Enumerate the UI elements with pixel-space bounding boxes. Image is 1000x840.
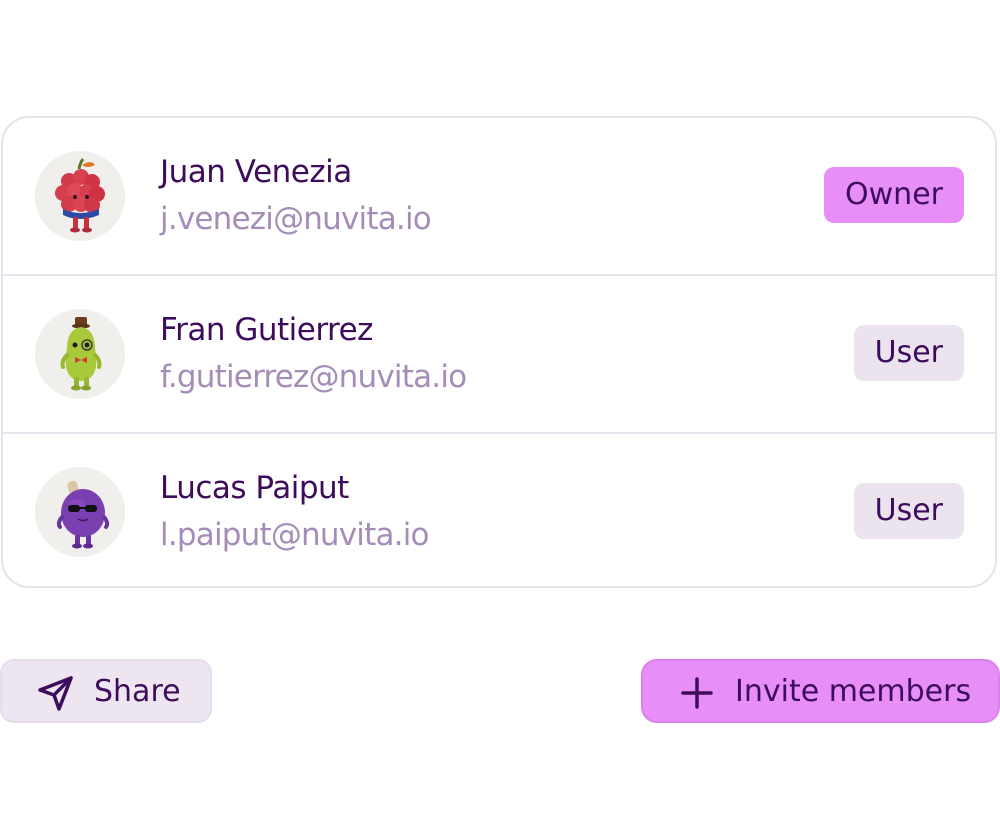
- share-button[interactable]: Share: [0, 659, 212, 723]
- invite-members-label: Invite members: [735, 674, 972, 709]
- role-badge-owner[interactable]: Owner: [824, 167, 964, 223]
- member-email: j.venezi@nuvita.io: [160, 201, 432, 237]
- member-name: Fran Gutierrez: [160, 312, 373, 348]
- member-name: Lucas Paiput: [160, 470, 349, 506]
- plus-icon: [681, 677, 713, 709]
- paper-plane-icon: [36, 673, 76, 713]
- pear-avatar: [35, 309, 125, 399]
- member-name: Juan Venezia: [160, 154, 352, 190]
- member-email: l.paiput@nuvita.io: [160, 517, 429, 553]
- member-row[interactable]: Juan Venezia j.venezi@nuvita.io Owner: [3, 118, 995, 274]
- invite-members-button[interactable]: Invite members: [641, 659, 1000, 723]
- role-badge-user[interactable]: User: [853, 325, 964, 381]
- member-email: f.gutierrez@nuvita.io: [160, 359, 467, 395]
- role-badge-user[interactable]: User: [853, 483, 964, 539]
- members-list: Juan Venezia j.venezi@nuvita.io Owner Fr…: [1, 116, 997, 588]
- share-label: Share: [94, 674, 181, 709]
- member-row[interactable]: Lucas Paiput l.paiput@nuvita.io User: [3, 432, 995, 586]
- plum-avatar: [35, 467, 125, 557]
- raspberry-avatar: [35, 151, 125, 241]
- member-row[interactable]: Fran Gutierrez f.gutierrez@nuvita.io Use…: [3, 274, 995, 432]
- members-panel: Juan Venezia j.venezi@nuvita.io Owner Fr…: [0, 0, 1000, 840]
